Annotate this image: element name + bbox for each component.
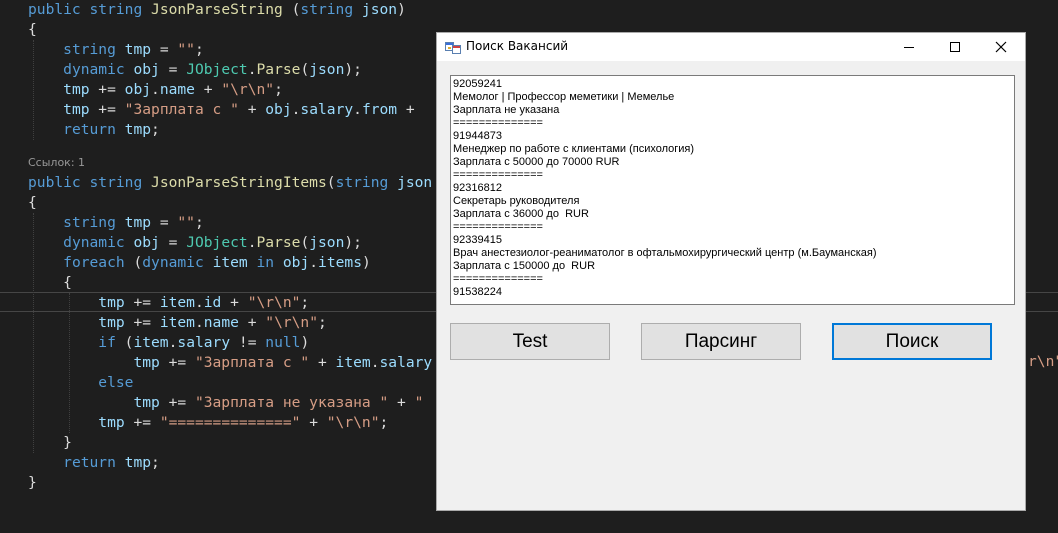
indent-guide [33, 213, 34, 453]
textbox-line: ============== [453, 117, 543, 129]
form-icon [445, 42, 461, 54]
code-line: foreach (dynamic item in obj.items) [63, 254, 371, 271]
code-line: string tmp = ""; [63, 214, 204, 231]
code-line: dynamic obj = JObject.Parse(json); [63, 61, 362, 78]
code-line: { [28, 274, 72, 291]
textbox-line: ============== [453, 169, 543, 181]
results-textbox[interactable]: 92059241 Мемолог | Профессор меметики | М… [450, 75, 1015, 305]
code-line: return tmp; [63, 121, 160, 138]
codelens-references[interactable]: Ссылок: 1 [28, 156, 85, 169]
maximize-icon [950, 42, 960, 52]
code-line: tmp += item.name + "\r\n"; [98, 314, 327, 331]
code-line: tmp += item.id + "\r\n"; [98, 294, 310, 311]
textbox-line: Врач анестезиолог-реаниматолог в офтальм… [453, 247, 877, 259]
code-line: dynamic obj = JObject.Parse(json); [63, 234, 362, 251]
textbox-line: 92059241 [453, 78, 502, 90]
parse-button[interactable]: Парсинг [641, 323, 801, 360]
textbox-line: ============== [453, 221, 543, 233]
textbox-line: Зарплата с 36000 до RUR [453, 208, 589, 220]
code-line: { [28, 194, 37, 211]
title-bar[interactable]: Поиск Вакансий [437, 33, 1025, 61]
code-line: } [28, 474, 37, 491]
code-line: public string JsonParseStringItems(strin… [28, 174, 433, 191]
code-line: tmp += "Зарплата не указана " + " [133, 394, 424, 411]
code-line: string tmp = ""; [63, 41, 204, 58]
code-line: tmp += "Зарплата с " + item.salary [133, 354, 433, 371]
textbox-line: 92316812 [453, 182, 502, 194]
minimize-button[interactable] [886, 33, 932, 61]
code-line: return tmp; [63, 454, 160, 471]
minimize-icon [904, 47, 914, 48]
textbox-line: 91944873 [453, 130, 502, 142]
indent-guide [69, 293, 70, 433]
textbox-line: Менеджер по работе с клиентами (психолог… [453, 143, 695, 155]
textbox-line: 92339415 [453, 234, 502, 246]
code-overflow-fragment: r\n" [1028, 353, 1058, 370]
close-button[interactable] [978, 33, 1024, 61]
close-icon [995, 41, 1007, 53]
maximize-button[interactable] [932, 33, 978, 61]
textbox-line: ============== [453, 273, 543, 285]
code-line: tmp += obj.name + "\r\n"; [63, 81, 283, 98]
textbox-line: Мемолог | Профессор меметики | Мемелье [453, 91, 675, 103]
test-button[interactable]: Test [450, 323, 610, 360]
vacancy-search-window: Поиск Вакансий 92059241 Мемолог | Професс… [436, 32, 1026, 511]
textbox-line: Секретарь руководителя [453, 195, 580, 207]
textbox-line: Зарплата не указана [453, 104, 560, 116]
code-line: { [28, 21, 37, 38]
indent-guide [33, 40, 34, 140]
code-line: if (item.salary != null) [98, 334, 310, 351]
window-title: Поиск Вакансий [466, 39, 569, 53]
code-line: else [98, 374, 134, 391]
textbox-line: 91538224 [453, 286, 502, 298]
code-line: tmp += "Зарплата с " + obj.salary.from + [63, 101, 424, 118]
textbox-line: Зарплата с 50000 до 70000 RUR [453, 156, 620, 168]
code-line: tmp += "==============" + "\r\n"; [98, 414, 389, 431]
textbox-line: Зарплата с 150000 до RUR [453, 260, 596, 272]
search-button[interactable]: Поиск [832, 323, 992, 360]
code-line: } [28, 434, 72, 451]
code-line: public string JsonParseString (string js… [28, 1, 406, 18]
